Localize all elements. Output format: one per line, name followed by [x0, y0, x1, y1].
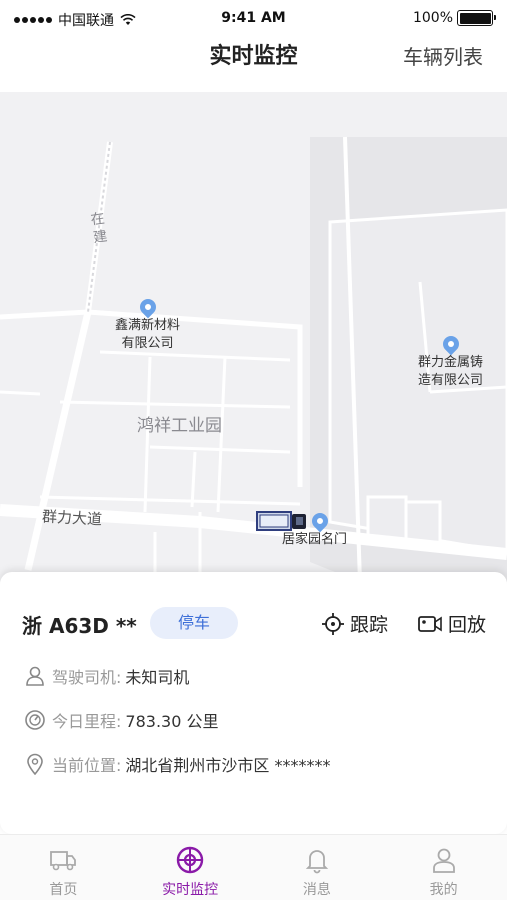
poi-name-line1: 鑫满新材料 [115, 318, 181, 333]
odometer-icon [25, 710, 45, 730]
lock-pin-icon [308, 509, 332, 533]
tab-bar: 首页 实时监控 消息 我的 [0, 834, 507, 900]
truck-icon [50, 851, 77, 871]
tab-label: 我的 [429, 882, 458, 898]
mileage-value: 783.30 公里 [125, 712, 219, 731]
driver-row: 驾驶司机: 未知司机 [24, 664, 189, 688]
map-view[interactable]: 在建 鸿祥工业园 群力大道 鑫满新材料 有限公司 群力金属铸 造有限公司 居家园… [0, 92, 507, 582]
replay-button[interactable]: 回放 [418, 610, 486, 637]
crosshair-icon [322, 612, 344, 635]
battery-percent: 100% [412, 10, 453, 26]
poi-name-line1: 群力金属铸 [418, 355, 484, 370]
mileage-label: 今日里程: [52, 712, 122, 731]
replay-label: 回放 [448, 614, 487, 636]
mileage-row: 今日里程: 783.30 公里 [24, 708, 218, 732]
bell-icon [305, 850, 329, 874]
tab-monitor[interactable]: 实时监控 [127, 835, 254, 900]
location-value: 湖北省荆州市沙市区 ******* [125, 756, 331, 775]
driver-icon [26, 666, 44, 686]
location-pin-icon [439, 332, 462, 356]
track-button[interactable]: 跟踪 [322, 610, 388, 637]
location-icon [27, 753, 43, 775]
poi-qunli[interactable]: 群力金属铸 造有限公司 [418, 332, 484, 390]
vehicle-list-button[interactable]: 车辆列表 [403, 40, 483, 74]
poi-xinman[interactable]: 鑫满新材料 有限公司 [115, 295, 181, 353]
location-label: 当前位置: [52, 756, 122, 775]
vehicle-info-card: 浙 A63D ** 停车 跟踪 回放 驾驶司机: 未知司机 今日里程: 783.… [0, 572, 507, 834]
tab-messages[interactable]: 消息 [254, 835, 381, 900]
poi-name: 居家园名门 [282, 532, 348, 547]
driver-value: 未知司机 [125, 668, 190, 687]
tab-label: 实时监控 [162, 882, 219, 898]
road-label-main: 群力大道 [41, 507, 103, 529]
tab-label: 消息 [302, 882, 331, 898]
location-pin-icon [136, 295, 159, 319]
nav-bar: 实时监控 车辆列表 [0, 40, 507, 92]
video-camera-icon [418, 615, 442, 632]
track-label: 跟踪 [350, 614, 389, 636]
user-icon [432, 848, 455, 873]
target-icon [176, 846, 204, 874]
status-bar: 中国联通 9:41 AM 100% [0, 0, 507, 40]
battery-icon [457, 10, 496, 26]
truck-marker-icon[interactable] [256, 510, 312, 532]
poi-name-line2: 造有限公司 [418, 373, 484, 388]
location-row: 当前位置: 湖北省荆州市沙市区 ******* [24, 752, 331, 776]
status-right: 100% [412, 10, 496, 26]
park-label: 鸿祥工业园 [137, 416, 222, 436]
driver-label: 驾驶司机: [52, 668, 122, 687]
status-badge: 停车 [150, 607, 238, 639]
tab-profile[interactable]: 我的 [380, 835, 507, 900]
tab-label: 首页 [49, 882, 78, 898]
plate-number: 浙 A63D ** [22, 614, 137, 638]
tab-home[interactable]: 首页 [0, 835, 127, 900]
poi-name-line2: 有限公司 [121, 336, 174, 351]
